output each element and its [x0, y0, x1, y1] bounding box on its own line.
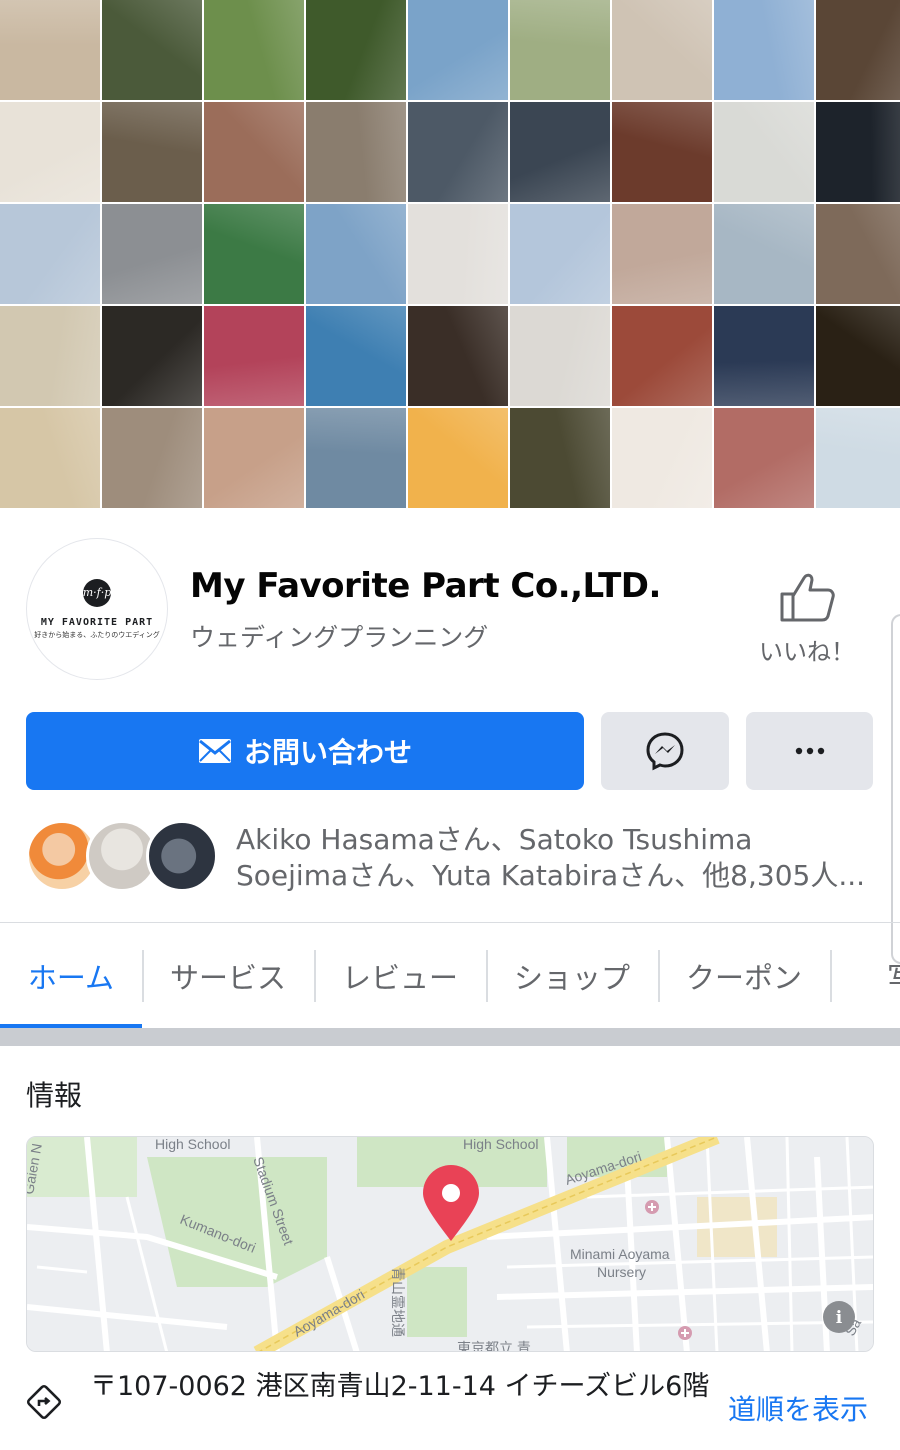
like-button[interactable]: いいね！: [752, 570, 862, 670]
cover-photo-tile: [0, 0, 100, 100]
cover-photo-tile: [204, 408, 304, 508]
cover-photo-tile: [306, 102, 406, 202]
cover-photo-tile: [306, 408, 406, 508]
hospital-icon: [645, 1200, 659, 1214]
cover-photo-tile: [204, 0, 304, 100]
cover-photo-tile: [816, 408, 900, 508]
friends-like-line: Soejimaさん、Yuta Katabiraさん、他8,305人...: [236, 859, 866, 892]
thumbs-up-icon: [780, 573, 835, 622]
cover-photo-tile: [714, 306, 814, 406]
cover-photo-mosaic[interactable]: [0, 0, 900, 508]
cover-photo-tile: [816, 0, 900, 100]
cover-photo-tile: [204, 102, 304, 202]
cover-photo-tile: [612, 204, 712, 304]
svg-text:i: i: [836, 1308, 843, 1328]
more-dots-icon: [795, 747, 824, 755]
location-map[interactable]: High School High School Aoyama-dori Aoya…: [26, 1136, 874, 1352]
address-text: 〒107-0062 港区南青山2-11-14 イチーズビル6階: [90, 1371, 710, 1402]
tab-coupons[interactable]: クーポン: [658, 924, 830, 1028]
page-category[interactable]: ウェディングプランニング: [190, 618, 488, 654]
cover-photo-tile: [612, 0, 712, 100]
map-label: High School: [463, 1137, 539, 1152]
cover-photo-tile: [714, 408, 814, 508]
cover-photo-tile: [0, 102, 100, 202]
cover-photo-tile: [306, 306, 406, 406]
cover-photo-tile: [816, 204, 900, 304]
cover-photo-tile: [510, 204, 610, 304]
cover-photo-tile: [102, 306, 202, 406]
cover-photo-tile: [714, 0, 814, 100]
directions-sign-icon: [26, 1384, 62, 1420]
cover-photo-tile: [816, 306, 900, 406]
cover-photo-tile: [408, 204, 508, 304]
cover-photo-tile: [102, 102, 202, 202]
avatar-logo-tagline: 好きから始まる、ふたりのウエディング: [34, 630, 160, 639]
info-section-title: 情報: [26, 1079, 83, 1112]
map-label: 青山霊地通: [390, 1267, 406, 1337]
friends-like-line: Akiko Hasamaさん、Satoko Tsushima: [236, 823, 753, 856]
friends-like-text[interactable]: Akiko Hasamaさん、Satoko Tsushima Soejimaさん…: [236, 822, 876, 894]
cover-photo-tile: [0, 408, 100, 508]
cover-photo-tile: [714, 204, 814, 304]
messenger-button[interactable]: [601, 712, 729, 790]
avatar-logo-name: MY FAVORITE PART: [40, 616, 154, 628]
map-label: High School: [155, 1137, 231, 1152]
cover-photo-tile: [612, 408, 712, 508]
cover-photo-tile: [408, 408, 508, 508]
more-options-button[interactable]: [746, 712, 873, 790]
section-separator: [0, 1028, 900, 1046]
tab-home[interactable]: ホーム: [0, 924, 142, 1028]
cover-photo-tile: [612, 306, 712, 406]
envelope-icon: [198, 739, 231, 763]
cover-photo-tile: [612, 102, 712, 202]
show-directions-link[interactable]: 道順を表示: [728, 1388, 868, 1428]
cover-photo-tile: [102, 408, 202, 508]
scroll-handle[interactable]: [891, 614, 900, 964]
cover-photo-tile: [408, 102, 508, 202]
cover-photo-tile: [510, 408, 610, 508]
map-label: 東京都立 青: [457, 1340, 531, 1352]
hospital-icon: [678, 1326, 692, 1340]
cover-photo-tile: [306, 0, 406, 100]
cover-photo-tile: [204, 306, 304, 406]
like-label: いいね！: [759, 638, 855, 666]
cover-photo-tile: [510, 102, 610, 202]
tab-services[interactable]: サービス: [142, 924, 314, 1028]
cover-photo-tile: [510, 306, 610, 406]
cover-photo-tile: [102, 0, 202, 100]
friend-avatar: [146, 820, 218, 892]
divider: [0, 922, 900, 923]
cover-photo-tile: [102, 204, 202, 304]
contact-button[interactable]: お問い合わせ: [26, 712, 584, 790]
tab-reviews[interactable]: レビュー: [314, 924, 486, 1028]
cover-photo-tile: [408, 0, 508, 100]
tab-photos[interactable]: 写真: [830, 924, 900, 1028]
contact-button-label: お問い合わせ: [243, 736, 412, 769]
cover-photo-tile: [408, 306, 508, 406]
friend-avatars[interactable]: [26, 820, 218, 892]
page-title: My Favorite Part Co.,LTD.: [190, 566, 661, 606]
cover-photo-tile: [204, 204, 304, 304]
page-tabs: ホーム サービス レビュー ショップ クーポン 写真: [0, 924, 900, 1028]
cover-photo-tile: [816, 102, 900, 202]
page-avatar[interactable]: m·f·p MY FAVORITE PART 好きから始まる、ふたりのウエディン…: [26, 538, 168, 680]
cover-photo-tile: [0, 204, 100, 304]
avatar-logo-mark: m·f·p: [83, 578, 111, 607]
messenger-icon: [646, 732, 684, 771]
map-label: Nursery: [597, 1264, 646, 1280]
cover-photo-tile: [0, 306, 100, 406]
cover-photo-tile: [714, 102, 814, 202]
cover-photo-tile: [510, 0, 610, 100]
cover-photo-tile: [306, 204, 406, 304]
tab-shop[interactable]: ショップ: [486, 924, 658, 1028]
map-label: Minami Aoyama: [570, 1246, 670, 1262]
map-info-icon[interactable]: i: [823, 1301, 855, 1333]
